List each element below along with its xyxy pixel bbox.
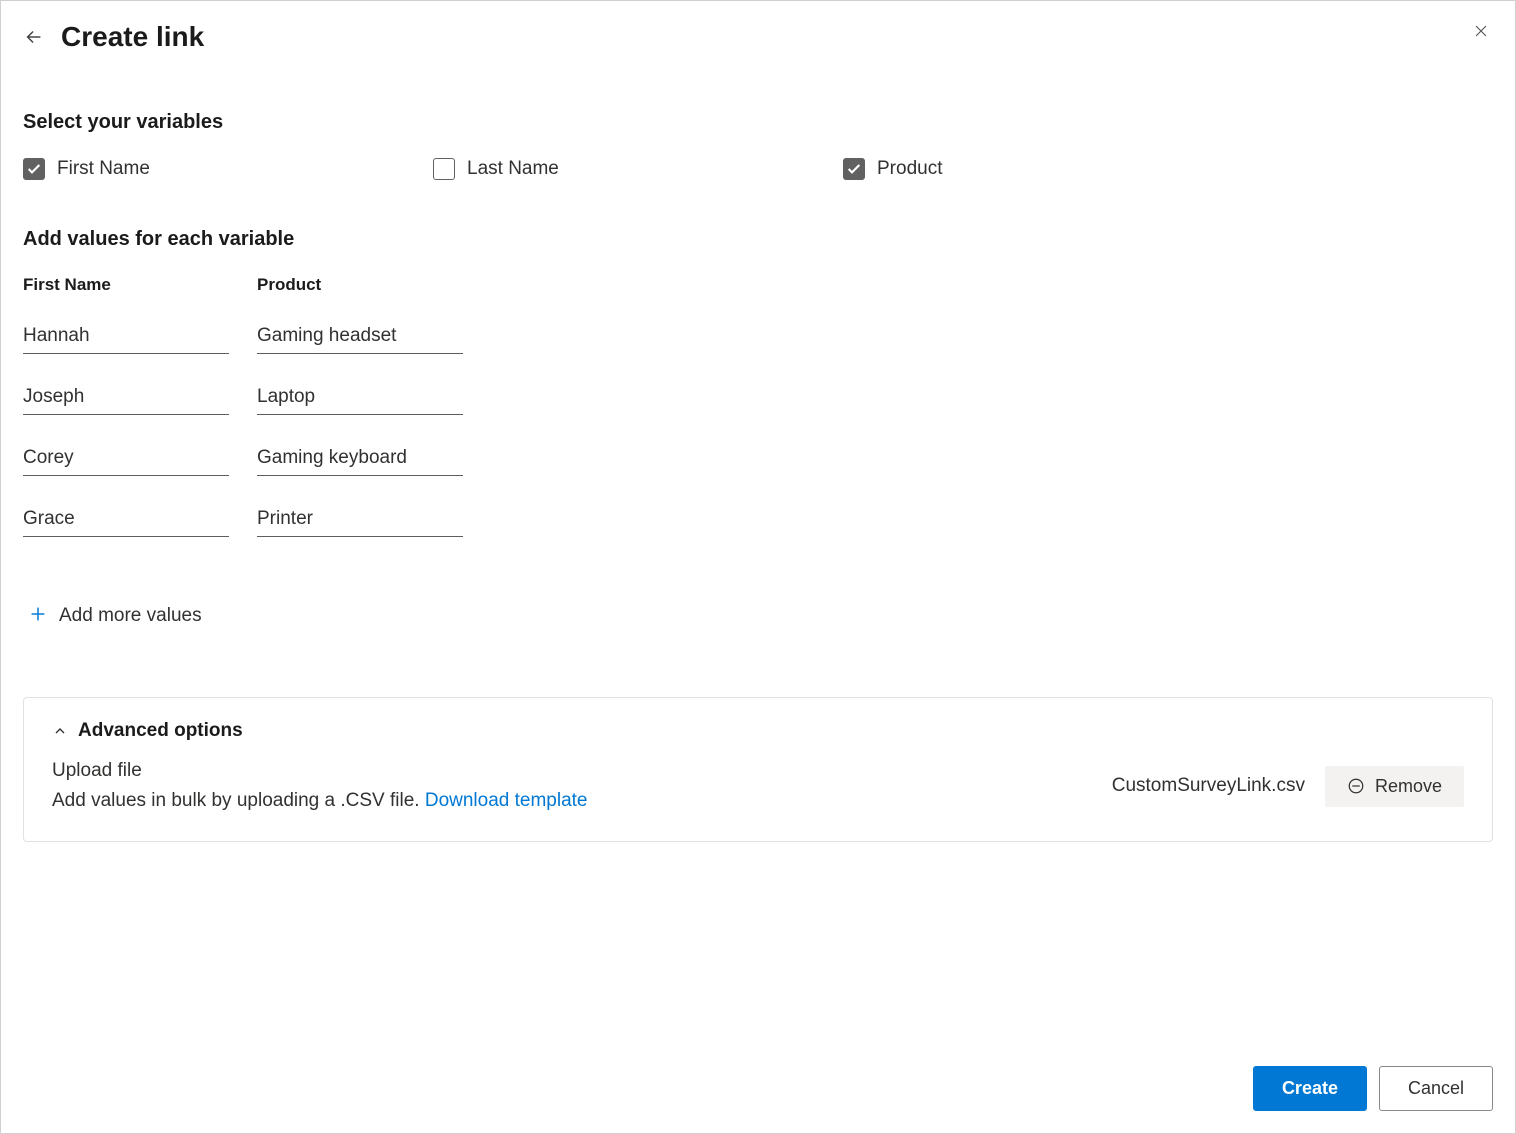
remove-file-button[interactable]: Remove <box>1325 766 1464 807</box>
variable-label: Last Name <box>467 158 559 180</box>
column-header-product: Product <box>257 275 463 319</box>
variable-option-first-name: First Name <box>23 158 433 180</box>
add-more-values-button[interactable]: Add more values <box>27 603 1493 629</box>
product-field[interactable] <box>257 502 463 537</box>
variable-option-last-name: Last Name <box>433 158 843 180</box>
add-values-heading: Add values for each variable <box>23 228 1493 251</box>
advanced-options-panel: Advanced options Upload file Add values … <box>23 697 1493 842</box>
advanced-options-title: Advanced options <box>78 720 243 742</box>
chevron-up-icon <box>52 723 68 739</box>
create-button[interactable]: Create <box>1253 1066 1367 1111</box>
variable-label: First Name <box>57 158 150 180</box>
product-field[interactable] <box>257 380 463 415</box>
footer-actions: Create Cancel <box>1253 1066 1493 1111</box>
uploaded-file-section: CustomSurveyLink.csv Remove <box>1112 766 1464 807</box>
add-more-label: Add more values <box>59 605 202 627</box>
product-field[interactable] <box>257 319 463 354</box>
cancel-button[interactable]: Cancel <box>1379 1066 1493 1111</box>
download-template-link[interactable]: Download template <box>425 790 588 811</box>
first-name-field[interactable] <box>23 441 229 476</box>
plus-icon <box>27 603 49 629</box>
upload-desc-text: Add values in bulk by uploading a .CSV f… <box>52 790 425 811</box>
first-name-field[interactable] <box>23 319 229 354</box>
first-name-field[interactable] <box>23 502 229 537</box>
upload-description: Upload file Add values in bulk by upload… <box>52 756 588 817</box>
variables-row: First Name Last Name Product <box>23 158 1493 180</box>
column-header-first-name: First Name <box>23 275 229 319</box>
checkbox-last-name[interactable] <box>433 158 455 180</box>
product-field[interactable] <box>257 441 463 476</box>
values-grid: First Name Product <box>23 275 1493 563</box>
checkbox-product[interactable] <box>843 158 865 180</box>
select-variables-heading: Select your variables <box>23 111 1493 134</box>
first-name-field[interactable] <box>23 380 229 415</box>
upload-file-label: Upload file <box>52 756 588 786</box>
advanced-options-toggle[interactable]: Advanced options <box>52 720 1464 742</box>
variable-label: Product <box>877 158 942 180</box>
uploaded-file-name: CustomSurveyLink.csv <box>1112 775 1305 797</box>
variable-option-product: Product <box>843 158 1253 180</box>
page-title: Create link <box>61 21 204 53</box>
remove-button-label: Remove <box>1375 776 1442 797</box>
remove-icon <box>1347 777 1365 795</box>
checkbox-first-name[interactable] <box>23 158 45 180</box>
back-arrow-icon[interactable] <box>23 26 45 48</box>
close-button[interactable] <box>1465 15 1497 52</box>
